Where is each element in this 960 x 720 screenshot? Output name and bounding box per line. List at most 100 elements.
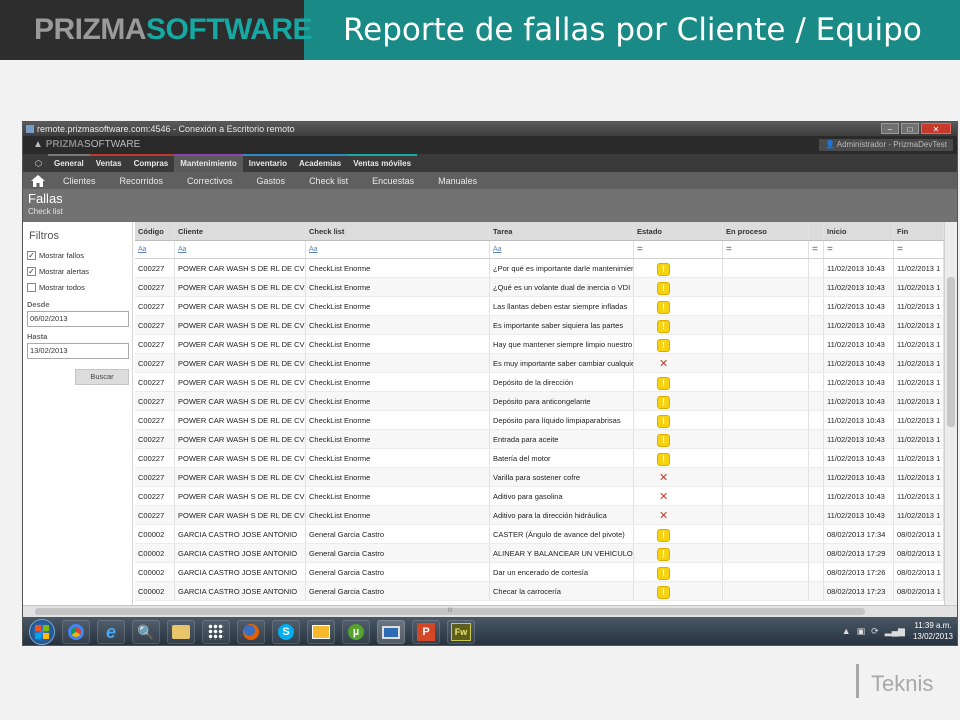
- filter-fin[interactable]: =: [894, 241, 944, 258]
- table-row[interactable]: C00002 GARCIA CASTRO JOSE ANTONIO General …: [135, 525, 944, 544]
- vertical-scrollbar[interactable]: [944, 222, 957, 605]
- remote-desktop-taskbar-button[interactable]: [377, 620, 405, 644]
- menu-compras[interactable]: Compras: [127, 154, 175, 172]
- filter-estado[interactable]: =: [634, 241, 723, 258]
- filter-codigo[interactable]: Aa: [135, 241, 175, 258]
- minimize-button[interactable]: –: [881, 123, 899, 134]
- menu-general[interactable]: General: [47, 154, 90, 172]
- checkbox-mostrar-todos[interactable]: Mostrar todos: [27, 279, 128, 295]
- subnav-recorridos[interactable]: Recorridos: [120, 176, 164, 186]
- filter-blank[interactable]: =: [809, 241, 824, 258]
- buscar-button[interactable]: Buscar: [75, 369, 129, 385]
- table-row[interactable]: C00227 POWER CAR WASH S DE RL DE CV CheckL…: [135, 335, 944, 354]
- maximize-button[interactable]: □: [901, 123, 919, 134]
- cell-blank: [809, 335, 824, 353]
- cell-fin: 11/02/2013 1: [894, 506, 944, 524]
- table-row[interactable]: C00002 GARCIA CASTRO JOSE ANTONIO General …: [135, 544, 944, 563]
- table-row[interactable]: C00227 POWER CAR WASH S DE RL DE CV CheckL…: [135, 468, 944, 487]
- col-header-blank[interactable]: [809, 222, 824, 240]
- subnav-check-list[interactable]: Check list: [309, 176, 348, 186]
- menu-ventas[interactable]: Ventas: [89, 154, 128, 172]
- table-row[interactable]: C00227 POWER CAR WASH S DE RL DE CV CheckL…: [135, 430, 944, 449]
- table-row[interactable]: C00002 GARCIA CASTRO JOSE ANTONIO General …: [135, 582, 944, 601]
- skype-taskbar-button[interactable]: S: [272, 620, 300, 644]
- col-header-tarea[interactable]: Tarea: [490, 222, 634, 240]
- table-row[interactable]: C00227 POWER CAR WASH S DE RL DE CV CheckL…: [135, 449, 944, 468]
- subnav-correctivos[interactable]: Correctivos: [187, 176, 233, 186]
- tray-app-icon[interactable]: ▣: [857, 626, 866, 637]
- col-header-en-proceso[interactable]: En proceso: [723, 222, 809, 240]
- cell-estado: !: [634, 582, 723, 600]
- cell-en-proceso: [723, 525, 809, 543]
- chrome-taskbar-button[interactable]: [62, 620, 90, 644]
- cell-codigo: C00227: [135, 316, 175, 334]
- menu-academias[interactable]: Academias: [292, 154, 348, 172]
- cell-checklist: General Garcia Castro: [306, 582, 490, 600]
- subnav-manuales[interactable]: Manuales: [438, 176, 477, 186]
- checkbox-mostrar-fallos[interactable]: ✓ Mostrar fallos: [27, 247, 128, 263]
- horizontal-scrollbar[interactable]: III: [23, 605, 957, 617]
- table-row[interactable]: C00227 POWER CAR WASH S DE RL DE CV CheckL…: [135, 259, 944, 278]
- table-row[interactable]: C00227 POWER CAR WASH S DE RL DE CV CheckL…: [135, 487, 944, 506]
- menu-mantenimiento[interactable]: Mantenimiento: [174, 154, 243, 172]
- table-row[interactable]: C00002 GARCIA CASTRO JOSE ANTONIO General …: [135, 563, 944, 582]
- hasta-date-input[interactable]: 13/02/2013: [27, 343, 129, 359]
- tray-sync-icon[interactable]: ⟳: [871, 626, 879, 637]
- signal-icon[interactable]: ▂▄▆: [885, 626, 905, 637]
- checkbox-mostrar-alertas[interactable]: ✓ Mostrar alertas: [27, 263, 128, 279]
- firefox-icon: [243, 624, 259, 640]
- checkbox-icon[interactable]: ✓: [27, 266, 36, 276]
- cell-tarea: Es muy importante saber cambiar cualquie…: [490, 354, 634, 372]
- horizontal-scroll-thumb[interactable]: III: [35, 608, 865, 615]
- subnav-encuestas[interactable]: Encuestas: [372, 176, 414, 186]
- desde-date-input[interactable]: 06/02/2013: [27, 311, 129, 327]
- col-header-inicio[interactable]: Inicio: [824, 222, 894, 240]
- menu-home-icon[interactable]: ⬡: [31, 154, 48, 172]
- clock[interactable]: 11:39 a.m. 13/02/2013: [913, 620, 953, 642]
- col-header-fin[interactable]: Fin: [894, 222, 944, 240]
- checkbox-icon[interactable]: [27, 282, 36, 292]
- checkbox-icon[interactable]: ✓: [27, 250, 36, 260]
- col-header-checklist[interactable]: Check list: [306, 222, 490, 240]
- tray-expand-icon[interactable]: ▲: [842, 626, 851, 636]
- filter-tarea[interactable]: Aa: [490, 241, 634, 258]
- cell-fin: 08/02/2013 1: [894, 582, 944, 600]
- close-button[interactable]: ✕: [921, 123, 951, 134]
- filter-en-proceso[interactable]: =: [723, 241, 809, 258]
- cell-blank: [809, 354, 824, 372]
- table-row[interactable]: C00227 POWER CAR WASH S DE RL DE CV CheckL…: [135, 278, 944, 297]
- vertical-scroll-thumb[interactable]: [947, 277, 955, 427]
- internet-explorer-taskbar-button[interactable]: e: [97, 620, 125, 644]
- table-row[interactable]: C00227 POWER CAR WASH S DE RL DE CV CheckL…: [135, 316, 944, 335]
- search-taskbar-button[interactable]: 🔍: [132, 620, 160, 644]
- window-titlebar[interactable]: remote.prizmasoftware.com:4546 - Conexió…: [23, 122, 957, 136]
- col-header-codigo[interactable]: Código: [135, 222, 175, 240]
- table-row[interactable]: C00227 POWER CAR WASH S DE RL DE CV CheckL…: [135, 506, 944, 525]
- file-explorer-taskbar-button[interactable]: [167, 620, 195, 644]
- table-row[interactable]: C00227 POWER CAR WASH S DE RL DE CV CheckL…: [135, 411, 944, 430]
- powerpoint-taskbar-button[interactable]: P: [412, 620, 440, 644]
- filter-cliente[interactable]: Aa: [175, 241, 306, 258]
- subnav-gastos[interactable]: Gastos: [257, 176, 286, 186]
- cell-estado: !: [634, 373, 723, 391]
- table-row[interactable]: C00227 POWER CAR WASH S DE RL DE CV CheckL…: [135, 354, 944, 373]
- start-button[interactable]: [29, 619, 55, 645]
- subnav-clientes[interactable]: Clientes: [63, 176, 96, 186]
- filter-inicio[interactable]: =: [824, 241, 894, 258]
- cell-cliente: POWER CAR WASH S DE RL DE CV: [175, 506, 306, 524]
- home-icon[interactable]: [31, 174, 45, 187]
- table-row[interactable]: C00227 POWER CAR WASH S DE RL DE CV CheckL…: [135, 392, 944, 411]
- network-taskbar-button[interactable]: [202, 620, 230, 644]
- col-header-estado[interactable]: Estado: [634, 222, 723, 240]
- outlook-taskbar-button[interactable]: [307, 620, 335, 644]
- col-header-cliente[interactable]: Cliente: [175, 222, 306, 240]
- menu-ventas-moviles[interactable]: Ventas móviles: [347, 154, 418, 172]
- menu-inventario[interactable]: Inventario: [242, 154, 293, 172]
- user-menu[interactable]: 👤 Administrador - PrizmaDevTest: [819, 139, 953, 151]
- filter-checklist[interactable]: Aa: [306, 241, 490, 258]
- firefox-taskbar-button[interactable]: [237, 620, 265, 644]
- table-row[interactable]: C00227 POWER CAR WASH S DE RL DE CV CheckL…: [135, 373, 944, 392]
- table-row[interactable]: C00227 POWER CAR WASH S DE RL DE CV CheckL…: [135, 297, 944, 316]
- utorrent-taskbar-button[interactable]: µ: [342, 620, 370, 644]
- fireworks-taskbar-button[interactable]: Fw: [447, 620, 475, 644]
